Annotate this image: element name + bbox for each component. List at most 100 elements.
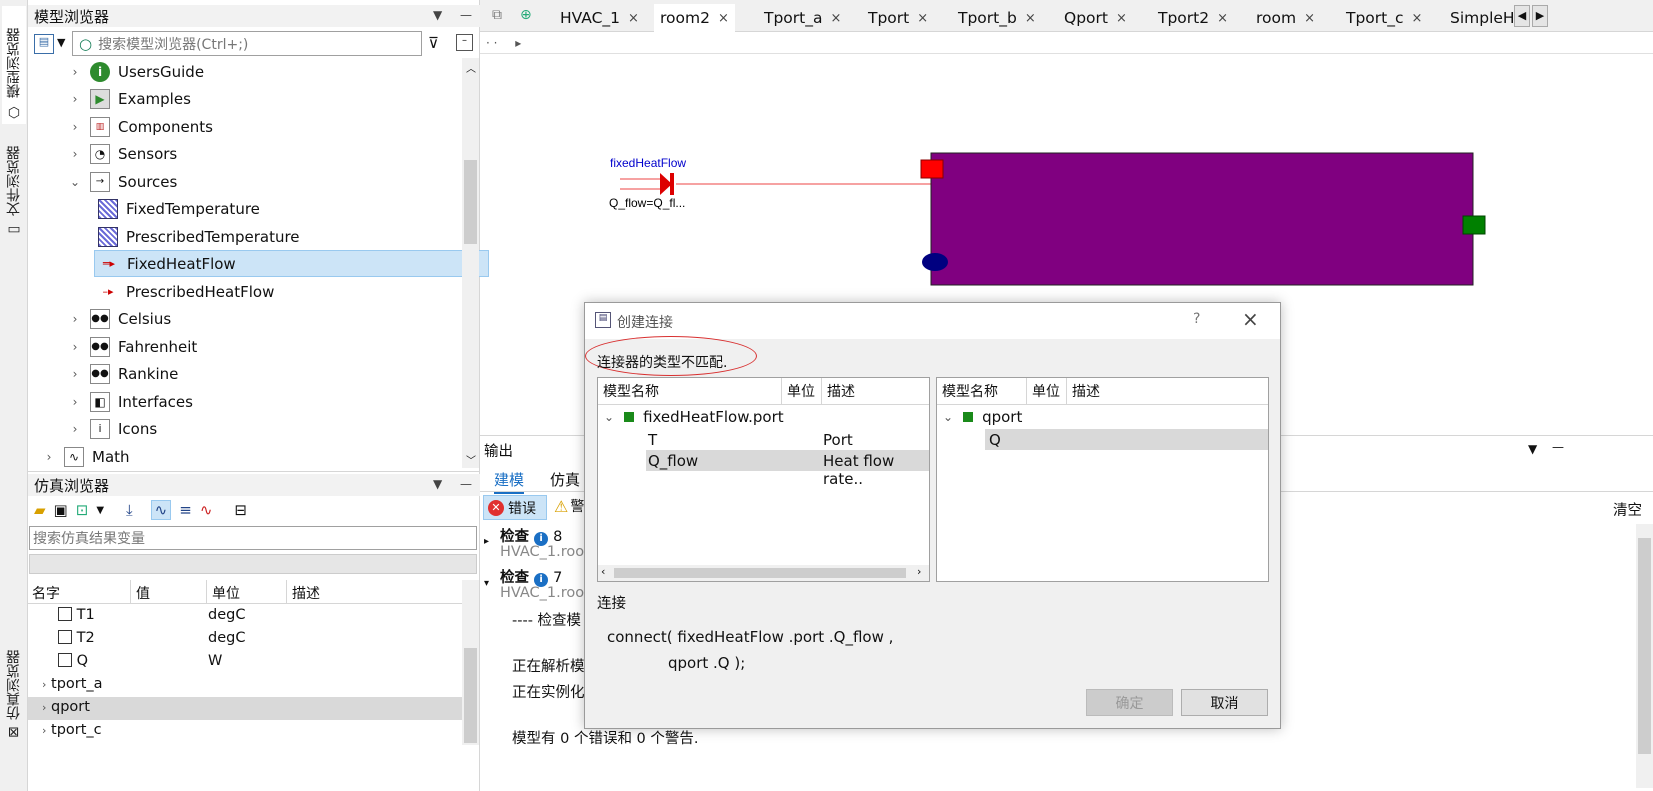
chevron-right-icon[interactable]: ›: [68, 340, 82, 354]
checkbox[interactable]: [58, 607, 72, 621]
room-component[interactable]: [930, 152, 1474, 286]
warning-filter-button[interactable]: ⚠ 警: [554, 496, 584, 516]
checkbox[interactable]: [58, 653, 72, 667]
check-entry-1[interactable]: 检查 i 8: [500, 525, 562, 546]
plot-param-icon[interactable]: ∿: [200, 501, 213, 519]
chevron-right-icon[interactable]: ›: [68, 312, 82, 326]
right-row-q[interactable]: Q: [989, 431, 1001, 449]
clear-button[interactable]: 清空: [1613, 499, 1642, 520]
chevron-right-icon[interactable]: ›: [68, 65, 82, 79]
tree-group-qport[interactable]: › qport: [42, 699, 90, 715]
tab-qport[interactable]: Qport ×: [1058, 4, 1133, 32]
chevron-right-icon[interactable]: ›: [68, 422, 82, 436]
output-tab-modeling[interactable]: 建模: [494, 469, 525, 494]
scroll-down-icon[interactable]: ﹀: [466, 452, 476, 467]
chevron-right-icon[interactable]: ›: [68, 120, 82, 134]
col-desc[interactable]: 描述: [286, 580, 320, 604]
ok-button[interactable]: 确定: [1086, 689, 1173, 716]
side-tab-file-browser[interactable]: ▭ 文件浏览器: [2, 132, 26, 242]
dropdown-icon[interactable]: ▼: [433, 8, 442, 22]
table-row[interactable]: T2: [58, 630, 95, 646]
chevron-down-icon[interactable]: ⌄: [604, 410, 614, 424]
tree-view-icon[interactable]: ▤: [34, 34, 54, 54]
close-icon[interactable]: ×: [1217, 11, 1228, 26]
tree-item-sources[interactable]: ⌄ → Sources: [68, 168, 177, 195]
tree-item-examples[interactable]: › ▶ Examples: [68, 85, 191, 112]
tree-item-rankine[interactable]: › ●● Rankine: [68, 360, 178, 387]
close-icon[interactable]: ×: [1304, 11, 1315, 26]
tree-item-usersguide[interactable]: › i UsersGuide: [68, 58, 204, 85]
export-plot-icon[interactable]: ⊡: [76, 501, 89, 519]
tab-tport-c[interactable]: Tport_c ×: [1340, 4, 1428, 32]
tab-room[interactable]: room ×: [1250, 4, 1321, 32]
chevron-right-icon[interactable]: ›: [68, 395, 82, 409]
filter-icon[interactable]: ⊽: [428, 34, 439, 52]
col-value[interactable]: 值: [130, 580, 150, 604]
chevron-down-icon[interactable]: ⌄: [68, 175, 82, 189]
side-tab-sim-browser[interactable]: ⊠ 仿真浏览器: [2, 632, 26, 742]
minimize-icon[interactable]: —: [460, 8, 472, 22]
tree-group-qport-selected[interactable]: [28, 697, 462, 720]
dropdown-icon[interactable]: ▼: [1528, 442, 1537, 456]
table-row[interactable]: Q: [58, 653, 88, 669]
close-icon[interactable]: ×: [831, 11, 842, 26]
error-filter-button[interactable]: ✕ 错误: [483, 495, 547, 520]
save-icon[interactable]: ▣: [54, 501, 68, 519]
close-icon[interactable]: ×: [1412, 11, 1423, 26]
new-model-icon[interactable]: ⊕: [520, 7, 532, 23]
right-row-selected[interactable]: [985, 429, 1268, 450]
col-unit[interactable]: 单位: [1027, 378, 1067, 404]
close-icon[interactable]: ×: [917, 11, 928, 26]
tree-group-tport-c[interactable]: › tport_c: [42, 722, 102, 738]
plot-curve-icon[interactable]: ∿: [150, 500, 172, 520]
tab-hvac-1[interactable]: HVAC_1 ×: [554, 4, 645, 32]
chevron-right-icon[interactable]: ▸: [484, 536, 489, 547]
chevron-down-icon[interactable]: ▼: [57, 36, 65, 49]
col-model-name[interactable]: 模型名称: [937, 378, 1027, 404]
cancel-button[interactable]: 取消: [1181, 689, 1268, 716]
close-icon[interactable]: ×: [1116, 11, 1127, 26]
chevron-down-icon[interactable]: ▼: [96, 505, 104, 516]
tab-tport-a[interactable]: Tport_a ×: [758, 4, 847, 32]
scroll-right-icon[interactable]: ›: [917, 565, 921, 578]
side-tab-model-browser[interactable]: ⬡ 模型浏览器: [2, 6, 26, 124]
scroll-thumb[interactable]: [464, 160, 477, 244]
close-icon[interactable]: ×: [1025, 11, 1036, 26]
chevron-right-icon[interactable]: ›: [42, 450, 56, 464]
new-window-icon[interactable]: ⧉: [492, 7, 502, 23]
tree-item-fixedheatflow[interactable]: ═▸ FixedHeatFlow: [94, 250, 489, 277]
output-scrollbar[interactable]: [1636, 524, 1653, 788]
scroll-right-icon[interactable]: ▶: [1532, 5, 1548, 27]
close-icon[interactable]: ×: [718, 11, 729, 26]
scroll-thumb[interactable]: [464, 648, 477, 743]
col-desc[interactable]: 描述: [1067, 378, 1268, 404]
check-entry-2[interactable]: 检查 i 7: [500, 566, 562, 587]
tree-item-math[interactable]: › ∿ Math: [42, 443, 130, 470]
sim-search-input[interactable]: 搜索仿真结果变量: [29, 526, 477, 550]
checkbox[interactable]: [58, 630, 72, 644]
tree-item-fixedtemperature[interactable]: FixedTemperature: [98, 195, 260, 222]
chevron-right-icon[interactable]: ›: [68, 367, 82, 381]
col-name[interactable]: 名字: [32, 583, 60, 603]
help-button[interactable]: ?: [1193, 311, 1200, 327]
col-unit[interactable]: 单位: [206, 580, 240, 604]
tree-group-tport-a[interactable]: › tport_a: [42, 676, 103, 692]
minimize-icon[interactable]: —: [1552, 440, 1564, 454]
tree-item-fahrenheit[interactable]: › ●● Fahrenheit: [68, 333, 197, 360]
port-navy[interactable]: [922, 253, 948, 271]
tab-tport-b[interactable]: Tport_b ×: [952, 4, 1042, 32]
close-icon[interactable]: ×: [1242, 307, 1259, 331]
tree-item-prescribedheatflow[interactable]: –▸ PrescribedHeatFlow: [98, 278, 274, 305]
left-h-scrollbar[interactable]: ‹ ›: [598, 565, 929, 581]
scroll-thumb[interactable]: [614, 568, 906, 578]
close-icon[interactable]: ×: [628, 11, 639, 26]
tab-tport[interactable]: Tport ×: [862, 4, 934, 32]
scroll-up-icon[interactable]: ︿: [466, 60, 476, 75]
scroll-left-icon[interactable]: ◀: [1514, 5, 1530, 27]
right-root-item[interactable]: ⌄ qport: [943, 408, 1022, 426]
port-green[interactable]: [1462, 215, 1486, 235]
plot-list-icon[interactable]: ≡: [179, 501, 192, 519]
scroll-thumb[interactable]: [1638, 538, 1651, 754]
chevron-down-icon[interactable]: ⌄: [943, 410, 953, 424]
tree-item-interfaces[interactable]: › ◧ Interfaces: [68, 388, 193, 415]
